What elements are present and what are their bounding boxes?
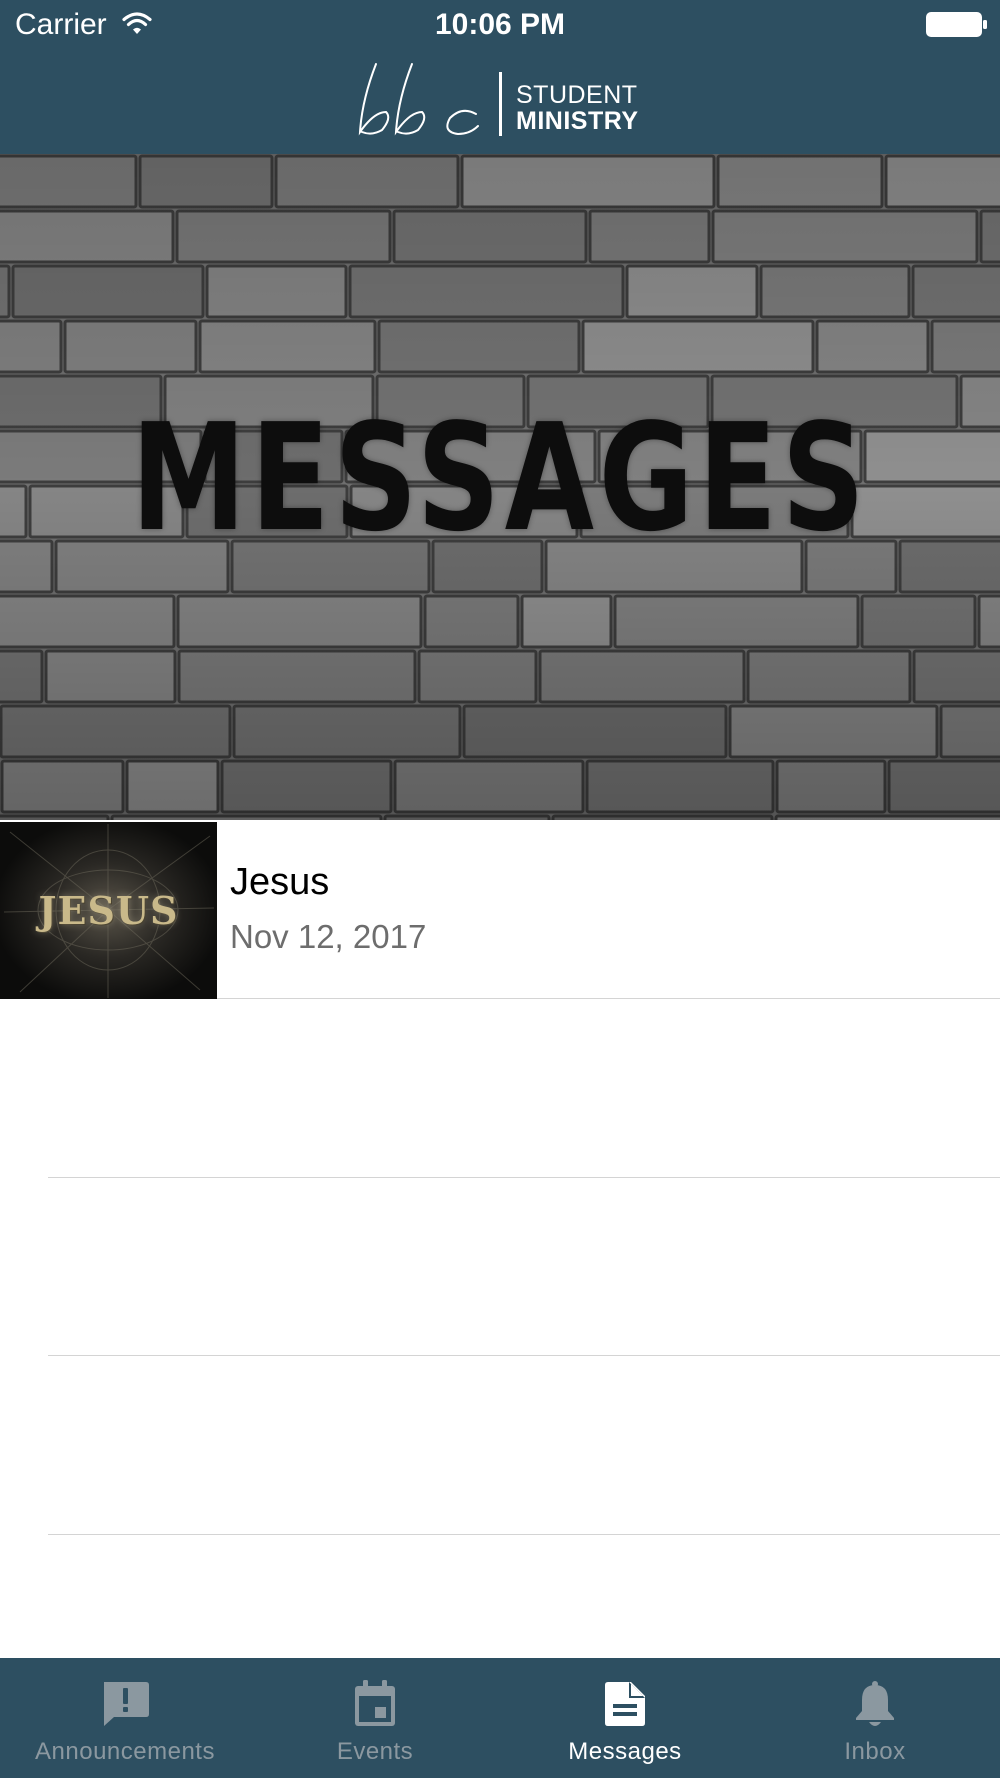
logo-text: STUDENT MINISTRY (516, 82, 639, 134)
tab-events[interactable]: Events (250, 1658, 500, 1778)
tab-bar: Announcements Events Messages Inbox (0, 1658, 1000, 1778)
message-thumbnail: JESUS (0, 822, 217, 999)
thumbnail-text: JESUS (38, 888, 179, 933)
tab-label-inbox: Inbox (844, 1738, 906, 1765)
stone-wall-image (0, 154, 1000, 820)
bell-icon (856, 1681, 894, 1726)
tab-messages[interactable]: Messages (500, 1658, 750, 1778)
message-title: Jesus (230, 861, 330, 903)
empty-row (0, 999, 1000, 1178)
messages-hero-banner: MESSAGES (0, 154, 1000, 820)
status-bar: Carrier 10:06 PM (0, 0, 1000, 50)
empty-row (0, 1177, 1000, 1356)
bbc-logo-mark (358, 63, 479, 136)
tab-label-messages: Messages (568, 1738, 682, 1765)
logo-line-ministry: MINISTRY (516, 107, 639, 135)
tab-inbox[interactable]: Inbox (750, 1658, 1000, 1778)
message-row[interactable]: JESUS Jesus Nov 12, 2017 (0, 820, 1000, 999)
announcement-icon (104, 1682, 149, 1726)
logo-line-student: STUDENT (516, 81, 638, 109)
status-time: 10:06 PM (434, 8, 566, 41)
battery-icon (926, 12, 987, 37)
document-icon (605, 1682, 645, 1726)
empty-row (0, 1356, 1000, 1535)
calendar-icon (355, 1680, 395, 1726)
logo-divider (499, 72, 502, 136)
tab-label-announcements: Announcements (35, 1738, 215, 1765)
tab-announcements[interactable]: Announcements (0, 1658, 250, 1778)
messages-list: JESUS Jesus Nov 12, 2017 (0, 820, 1000, 1658)
row-divider (48, 1534, 1000, 1535)
app-header: Carrier 10:06 PM STUDENT MINISTRY (0, 0, 1000, 154)
tab-label-events: Events (336, 1738, 414, 1765)
message-date: Nov 12, 2017 (230, 918, 427, 955)
